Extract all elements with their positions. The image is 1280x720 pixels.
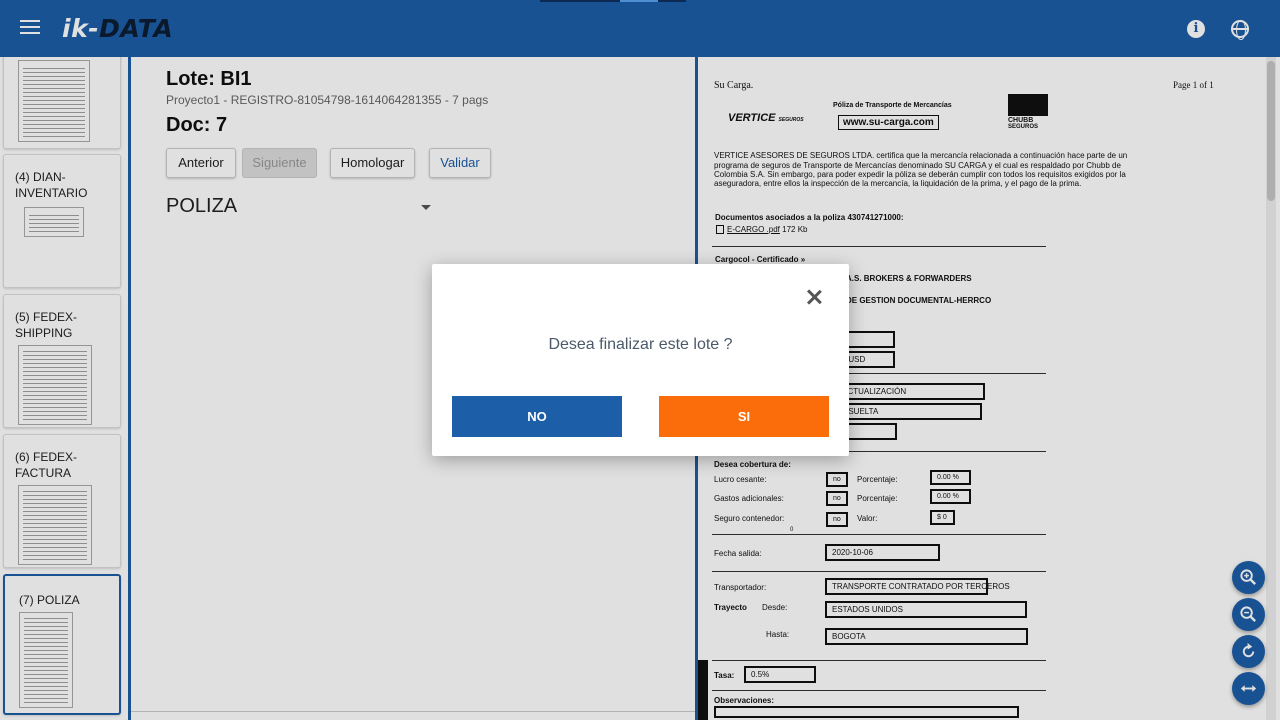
yes-button[interactable]: SI: [659, 396, 829, 437]
confirm-dialog: Desea finalizar este lote ? NO SI: [432, 264, 849, 456]
no-button[interactable]: NO: [452, 396, 622, 437]
dialog-message: Desea finalizar este lote ?: [548, 336, 733, 353]
close-icon[interactable]: [806, 289, 822, 305]
